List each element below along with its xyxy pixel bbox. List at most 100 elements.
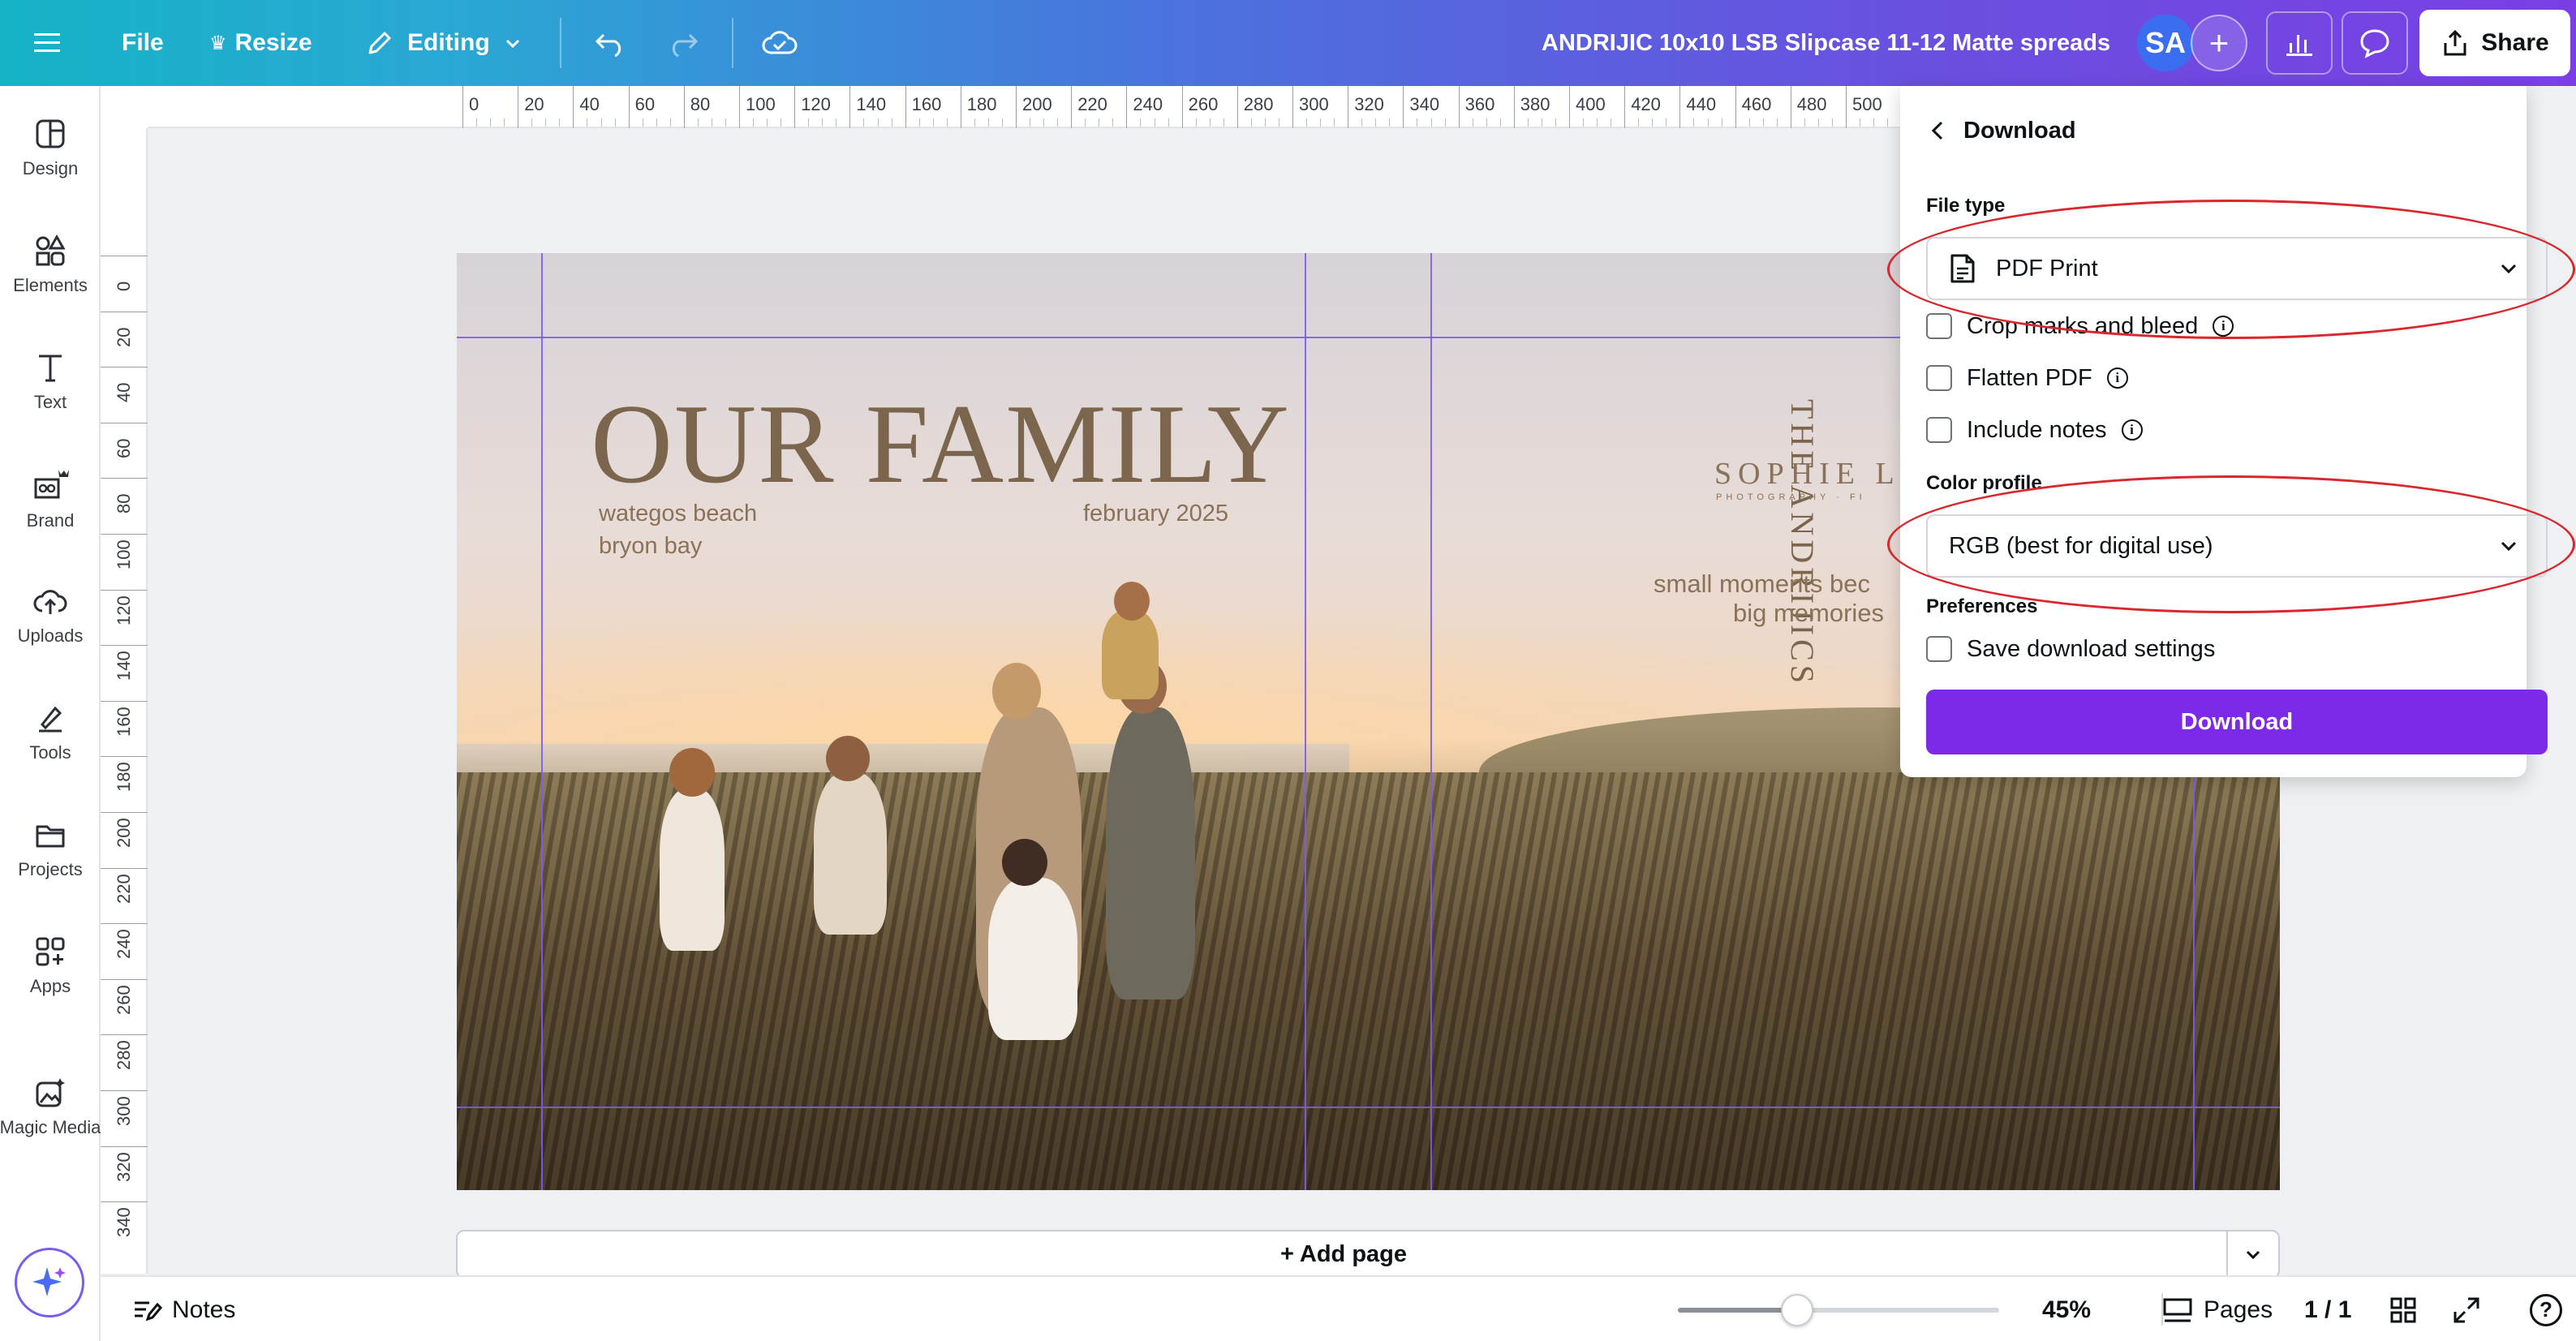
sidebar-item-elements[interactable]: Elements [0, 213, 101, 318]
fullscreen-button[interactable] [2452, 1277, 2481, 1341]
ruler-tick [1016, 86, 1017, 128]
ruler-label: 380 [1520, 94, 1550, 114]
zoom-level[interactable]: 45% [2042, 1277, 2091, 1341]
spine-title[interactable]: THE ANDRIJICS [1783, 399, 1821, 687]
top-ruler: 0 20 40 60 80 100 120 140 160 180 200 220 240 260 280 3… [101, 86, 1902, 128]
file-type-select[interactable]: PDF Print [1926, 237, 2548, 300]
ruler-minor-tick [1250, 118, 1252, 127]
redo-button[interactable] [665, 0, 701, 86]
resize-button[interactable]: ♛ Resize [209, 0, 312, 86]
ruler-minor-tick [1817, 118, 1819, 127]
brand-logo-subtext[interactable]: PHOTOGRAPHY · FI [1716, 492, 1866, 502]
elements-icon [36, 234, 66, 266]
ruler-label: 220 [114, 873, 134, 904]
sidebar-item-design[interactable]: Design [0, 96, 101, 201]
magic-assistant-button[interactable] [15, 1248, 84, 1317]
menu-button[interactable] [32, 0, 62, 86]
design-title[interactable]: OUR FAMILY [591, 379, 1291, 509]
left-ruler: 0 20 40 60 80 100 120 140 160 180 200 220 240 260 280 3… [101, 128, 148, 1274]
add-page-button[interactable]: + Add page [456, 1230, 2230, 1279]
file-menu[interactable]: File [122, 0, 164, 86]
ruler-minor-tick [504, 118, 505, 127]
include-notes-option[interactable]: Include notes i [1926, 412, 2143, 448]
ruler-label: 500 [1852, 94, 1882, 114]
apps-icon [36, 937, 65, 966]
avatar[interactable]: SA [2137, 15, 2194, 71]
location-line-1[interactable]: wategos beach [599, 501, 757, 527]
download-button[interactable]: Download [1926, 690, 2548, 754]
top-bar: File ♛ Resize Editing ANDRIJIC 10x10 LSB… [0, 0, 2576, 86]
sidebar-label: Projects [18, 859, 83, 879]
comments-button[interactable] [2342, 11, 2408, 75]
ruler-minor-tick [725, 118, 726, 127]
ruler-label: 240 [1133, 94, 1163, 114]
mother-head [992, 663, 1041, 720]
panel-back-button[interactable]: Download [1929, 110, 2076, 151]
ruler-label: 0 [469, 94, 480, 114]
ruler-label: 300 [114, 1096, 134, 1126]
include-notes-checkbox[interactable] [1926, 417, 1952, 443]
ruler-tick [849, 86, 851, 128]
include-notes-label: Include notes [1967, 416, 2107, 443]
ruler-tick [1292, 86, 1293, 128]
info-icon[interactable]: i [2121, 419, 2143, 441]
info-icon[interactable]: i [2213, 316, 2234, 337]
location-line-2[interactable]: bryon bay [599, 533, 702, 560]
flatten-pdf-option[interactable]: Flatten PDF i [1926, 360, 2128, 396]
folder-icon [36, 825, 65, 848]
ruler-label: 100 [114, 539, 134, 569]
help-button[interactable]: ? [2530, 1277, 2562, 1341]
resize-label: Resize [234, 29, 312, 56]
grid-view-button[interactable] [2389, 1277, 2418, 1341]
undo-button[interactable] [592, 0, 628, 86]
sidebar-label: Elements [13, 275, 88, 295]
sidebar-item-apps[interactable]: Apps [0, 913, 101, 1019]
download-panel: Download File type PDF Print Crop marks … [1900, 86, 2548, 777]
date-text[interactable]: february 2025 [1083, 501, 1228, 527]
ruler-minor-tick [1320, 118, 1322, 127]
zoom-slider-thumb[interactable] [1780, 1293, 1813, 1326]
tagline-line-1[interactable]: small moments bec [1654, 569, 1870, 599]
ruler-minor-tick [1555, 118, 1556, 127]
crop-marks-checkbox[interactable] [1926, 313, 1952, 339]
ruler-minor-tick [1264, 118, 1266, 127]
insights-button[interactable] [2266, 11, 2333, 75]
crop-marks-option[interactable]: Crop marks and bleed i [1926, 308, 2234, 344]
ruler-minor-tick [531, 118, 533, 127]
sidebar-item-brand[interactable]: Brand [0, 446, 101, 552]
save-settings-option[interactable]: Save download settings [1926, 631, 2215, 667]
sidebar-item-uploads[interactable]: Uploads [0, 563, 101, 668]
invite-button[interactable]: + [2191, 15, 2247, 71]
ruler-minor-tick [1486, 118, 1487, 127]
flatten-pdf-checkbox[interactable] [1926, 365, 1952, 391]
sidebar-item-text[interactable]: Text [0, 329, 101, 435]
ruler-label: 360 [1464, 94, 1495, 114]
pages-button[interactable]: Pages [2161, 1277, 2273, 1341]
zoom-slider[interactable] [1678, 1277, 1999, 1341]
ruler-minor-tick [1085, 118, 1086, 127]
share-button[interactable]: Share [2419, 10, 2570, 76]
save-settings-checkbox[interactable] [1926, 636, 1952, 662]
info-icon[interactable]: i [2106, 367, 2128, 389]
editing-mode-button[interactable]: Editing [365, 0, 523, 86]
page-options-button[interactable] [2226, 1230, 2280, 1279]
child-head [826, 736, 870, 781]
sidebar-item-magic-media[interactable]: Magic Media [0, 1055, 101, 1160]
document-title[interactable]: ANDRIJIC 10x10 LSB Slipcase 11-12 Matte … [1542, 0, 2110, 86]
tagline-line-2[interactable]: big memories [1733, 599, 1884, 628]
notes-button[interactable]: Notes [131, 1277, 235, 1341]
crop-marks-label: Crop marks and bleed [1967, 312, 2199, 339]
ruler-minor-tick [1375, 118, 1377, 127]
color-profile-select[interactable]: RGB (best for digital use) [1926, 514, 2548, 578]
ruler-minor-tick [490, 118, 492, 127]
design-icon [36, 119, 65, 148]
ruler-tick [101, 867, 148, 869]
zoom-slider-track[interactable] [1678, 1293, 1999, 1326]
ruler-tick [101, 812, 148, 813]
save-status-button[interactable] [761, 0, 798, 86]
sidebar-item-tools[interactable]: Tools [0, 680, 101, 785]
ruler-minor-tick [1597, 118, 1598, 127]
ruler-label: 160 [114, 707, 134, 737]
sidebar-item-projects[interactable]: Projects [0, 797, 101, 902]
flatten-pdf-label: Flatten PDF [1967, 364, 2092, 391]
